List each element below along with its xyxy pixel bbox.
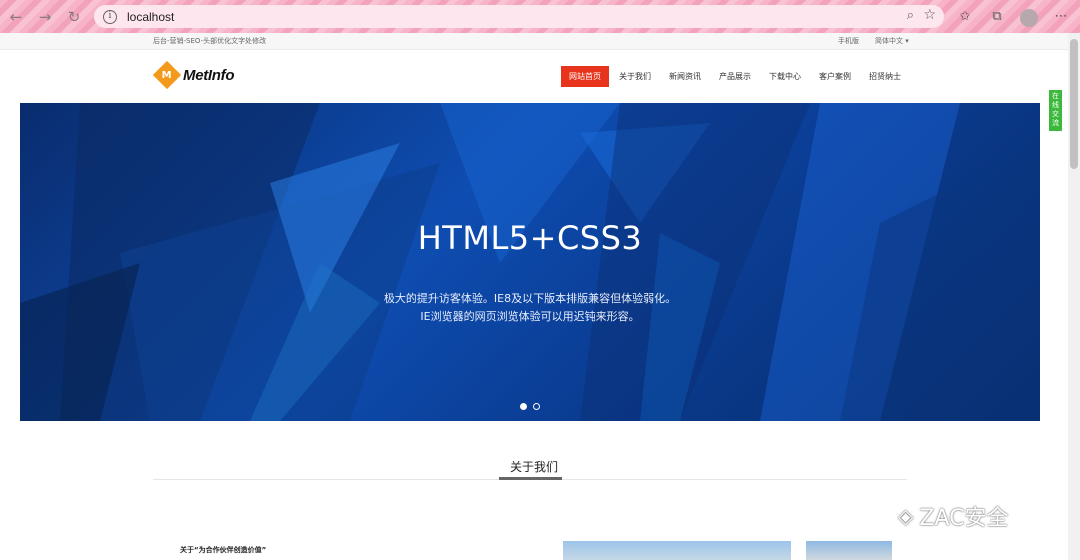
more-menu-icon[interactable]: ⋯ xyxy=(1048,5,1074,28)
about-intro-heading: 关于“为合作伙伴创造价值” xyxy=(180,546,267,554)
site-logo[interactable]: M MetInfo xyxy=(152,60,235,90)
about-section-title: 关于我们 xyxy=(509,460,558,474)
site-topbar: 后台-营销-SEO-头部优化文字处修改 手机版 简体中文 ▾ xyxy=(0,33,1068,50)
nav-item-about[interactable]: 关于我们 xyxy=(611,66,659,87)
online-chat-tab[interactable]: 在线交流 xyxy=(1049,90,1062,131)
carousel-dots xyxy=(520,403,540,410)
forward-icon[interactable]: → xyxy=(32,4,58,30)
nav-item-home[interactable]: 网站首页 xyxy=(561,66,609,87)
site-info-icon[interactable]: i xyxy=(103,9,117,24)
banner-subtitle-line-1: 极大的提升访客体验。IE8及以下版本排版兼容但体验弱化。 xyxy=(383,292,677,305)
banner-title: HTML5+CSS3 xyxy=(417,219,643,257)
nav-item-cases[interactable]: 客户案例 xyxy=(811,66,859,87)
about-image-office[interactable] xyxy=(806,541,892,560)
main-nav: 网站首页 关于我们 新闻资讯 产品展示 下载中心 客户案例 招贤纳士 xyxy=(561,66,911,87)
carousel-dot-2[interactable] xyxy=(533,403,540,410)
banner-background-shapes xyxy=(20,103,1040,421)
language-selector[interactable]: 简体中文 ▾ xyxy=(875,36,909,46)
reload-icon[interactable]: ↻ xyxy=(61,4,87,30)
hero-banner[interactable]: HTML5+CSS3 极大的提升访客体验。IE8及以下版本排版兼容但体验弱化。 … xyxy=(20,103,1040,421)
address-url[interactable]: localhost xyxy=(127,10,174,24)
banner-subtitle-line-2: IE浏览器的网页浏览体验可以用迟钝来形容。 xyxy=(420,310,640,323)
logo-icon: M xyxy=(152,60,182,90)
watermark-text: ZAC安全 xyxy=(919,506,1009,531)
back-icon[interactable]: ← xyxy=(3,4,29,30)
site-header: M MetInfo 网站首页 关于我们 新闻资讯 产品展示 下载中心 客户案例 … xyxy=(0,50,1068,103)
profile-avatar[interactable] xyxy=(1016,5,1042,28)
scrollbar-thumb[interactable] xyxy=(1070,39,1078,169)
site-tagline: 后台-营销-SEO-头部优化文字处修改 xyxy=(153,37,267,45)
nav-item-jobs[interactable]: 招贤纳士 xyxy=(861,66,909,87)
address-bar[interactable]: i localhost ⌕ ☆ xyxy=(94,5,944,28)
wechat-icon: ◈ xyxy=(898,504,914,528)
carousel-dot-1[interactable] xyxy=(520,403,527,410)
nav-item-downloads[interactable]: 下载中心 xyxy=(761,66,809,87)
nav-item-products[interactable]: 产品展示 xyxy=(711,66,759,87)
favorite-add-icon[interactable]: ☆ xyxy=(923,7,936,23)
page-scrollbar[interactable] xyxy=(1068,33,1080,560)
about-image-building[interactable] xyxy=(563,541,791,560)
nav-item-news[interactable]: 新闻资讯 xyxy=(661,66,709,87)
avatar xyxy=(1020,8,1038,27)
favorites-icon[interactable]: ✩ xyxy=(952,5,978,28)
collections-icon[interactable]: ⧉ xyxy=(984,5,1010,28)
mobile-version-link[interactable]: 手机版 xyxy=(838,36,859,46)
logo-text: MetInfo xyxy=(183,66,235,84)
browser-toolbar: ← → ↻ i localhost ⌕ ☆ ✩ ⧉ ⋯ xyxy=(0,0,1080,33)
zoom-icon[interactable]: ⌕ xyxy=(907,8,914,23)
section-title-underline xyxy=(499,477,562,480)
watermark: ◈ ZAC安全 xyxy=(898,500,1009,532)
